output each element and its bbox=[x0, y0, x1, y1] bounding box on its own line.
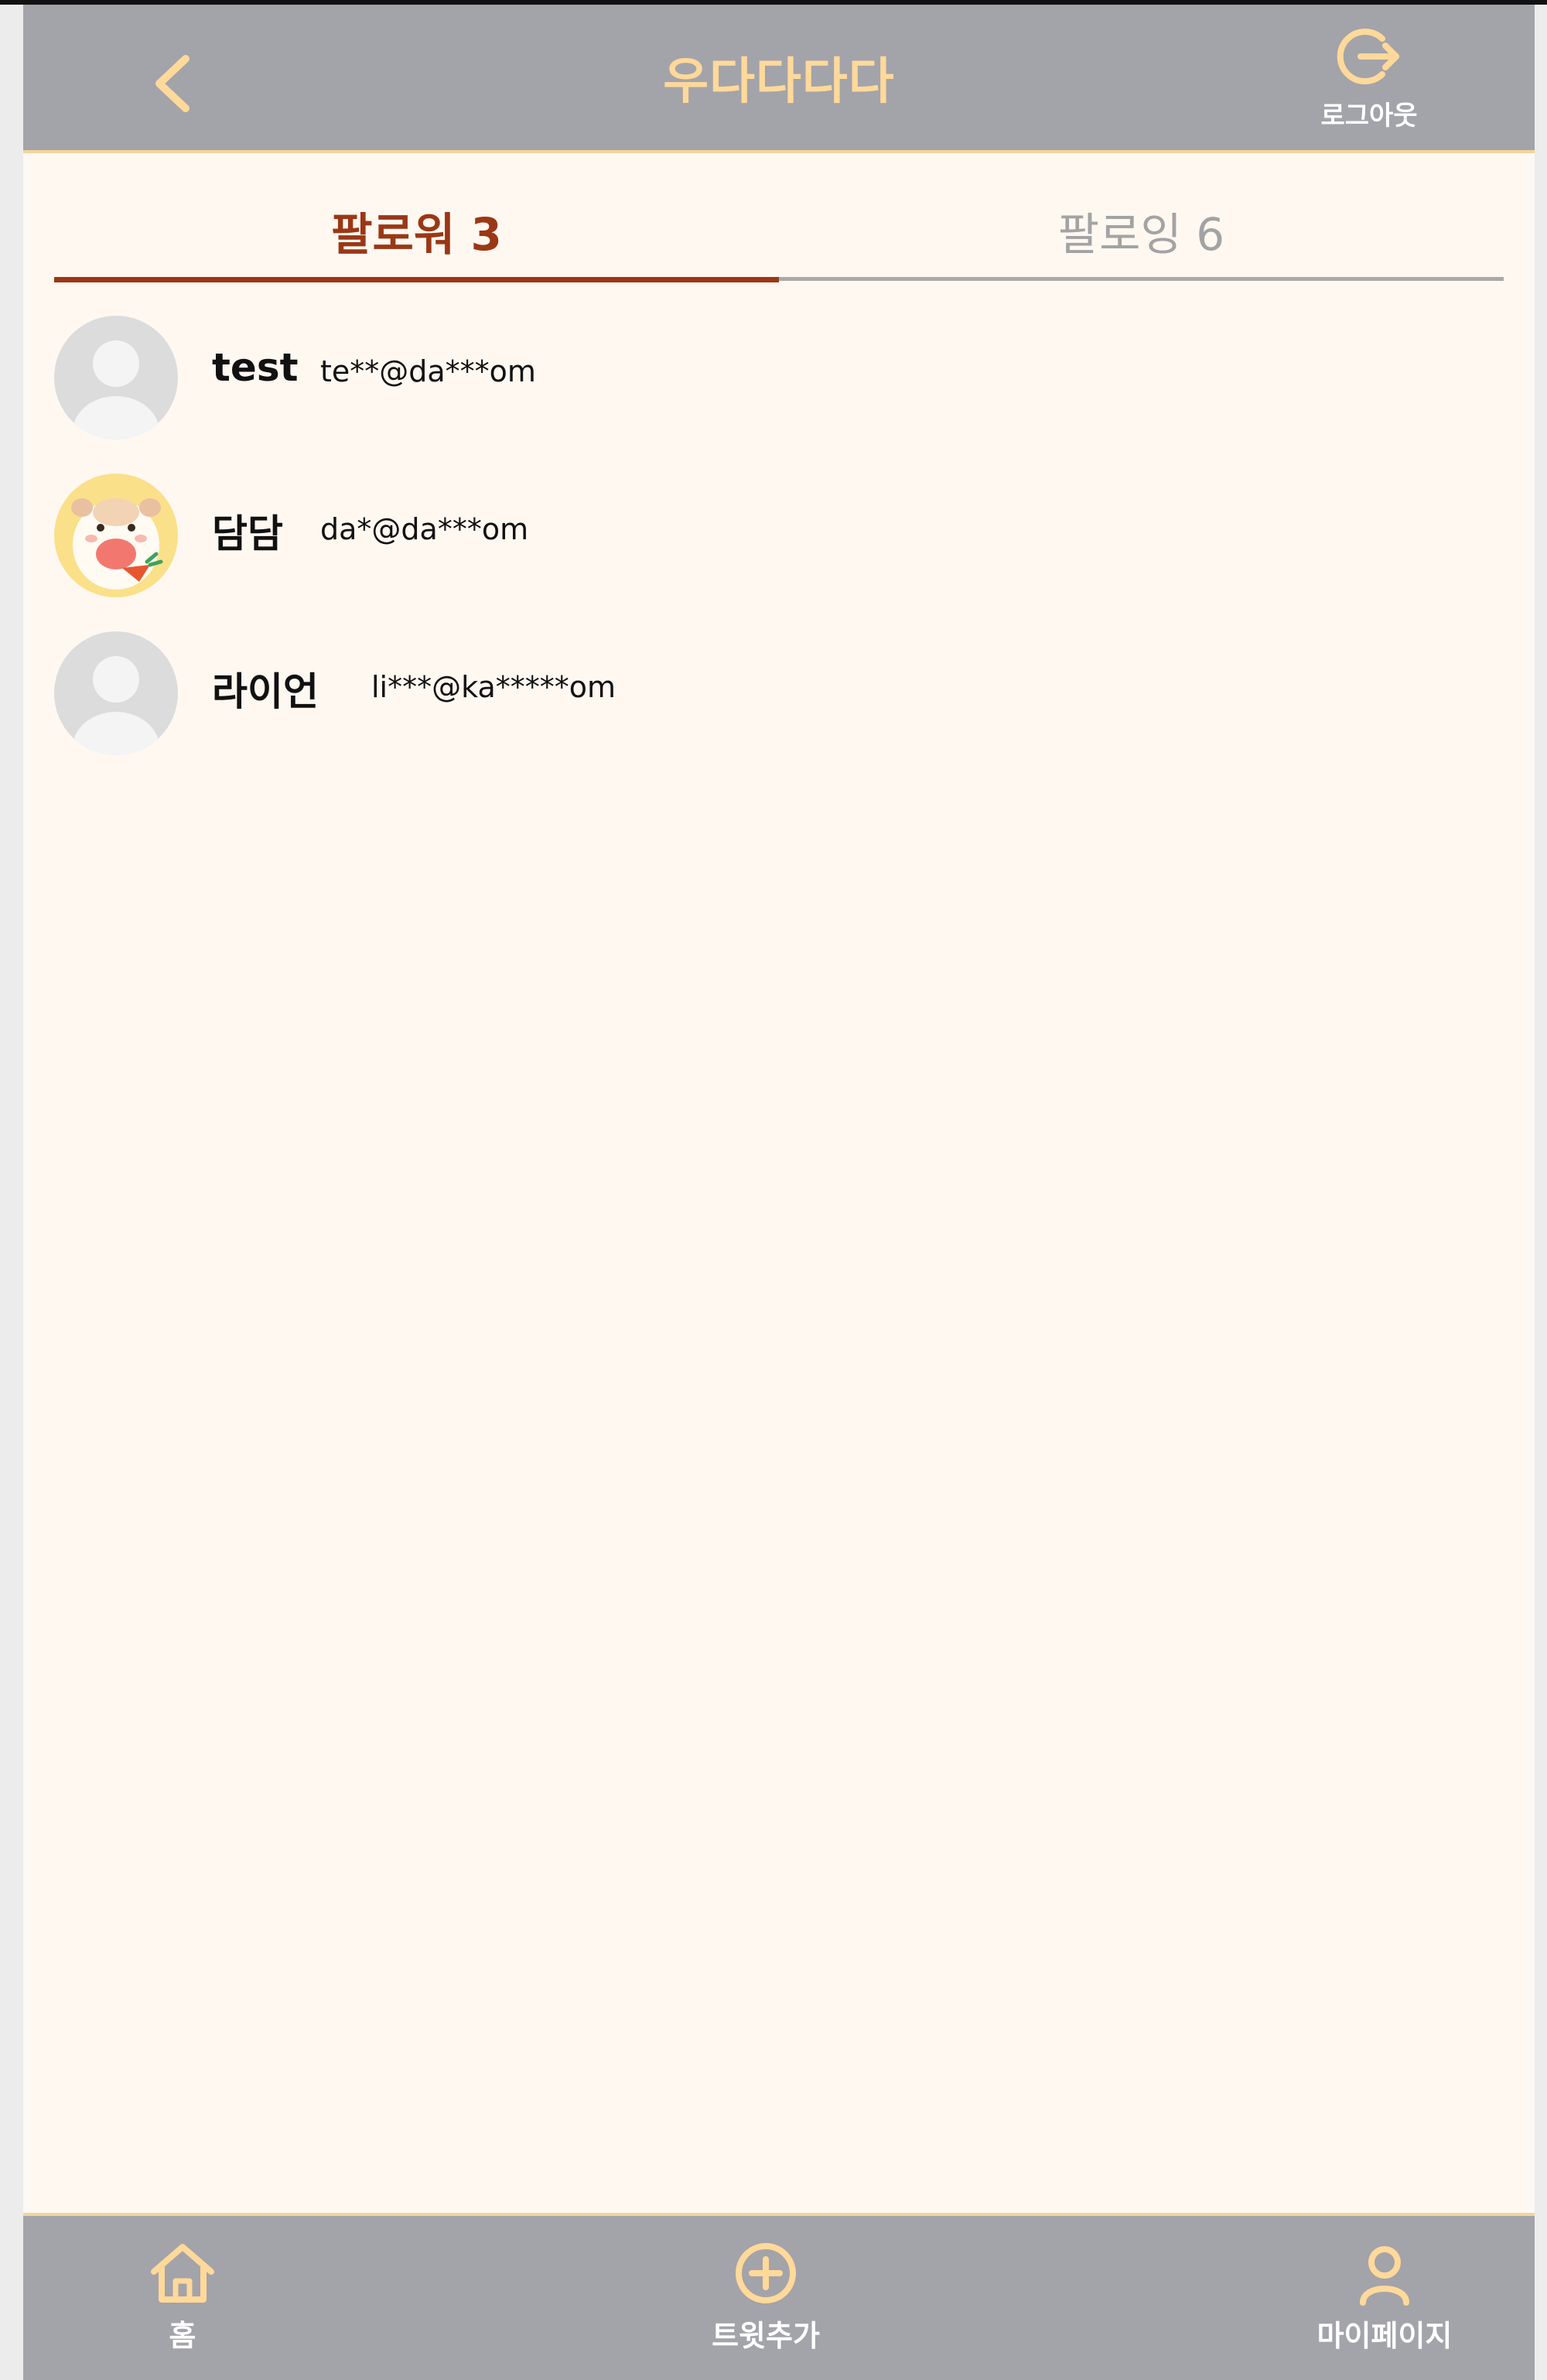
user-email: da*@da***om bbox=[320, 512, 529, 546]
logout-label: 로그아웃 bbox=[1320, 101, 1418, 132]
nav-home[interactable]: 홈 bbox=[121, 2241, 244, 2354]
default-avatar-icon bbox=[54, 316, 178, 439]
bottom-nav: 홈 트윗추가 마이페이지 bbox=[23, 2213, 1535, 2380]
tab-followers[interactable]: 팔로워 3 bbox=[54, 200, 779, 282]
follower-list: test te**@da***om 담담 da*@da***om 라이언 li*… bbox=[54, 316, 1504, 789]
content-area: 팔로워 3 팔로잉 6 test te**@da***om 담담 da*@da*… bbox=[32, 153, 1525, 2213]
list-item[interactable]: 라이언 li***@ka*****om bbox=[54, 631, 1504, 789]
user-name: 라이언 bbox=[212, 669, 319, 714]
user-email: te**@da***om bbox=[320, 354, 536, 388]
plus-circle-icon bbox=[736, 2243, 796, 2303]
nav-mypage-label: 마이페이지 bbox=[1316, 2319, 1453, 2353]
user-name: 담담 bbox=[212, 511, 283, 556]
nav-add-tweet-label: 트윗추가 bbox=[712, 2319, 820, 2353]
nav-mypage[interactable]: 마이페이지 bbox=[1276, 2241, 1493, 2354]
user-icon bbox=[1360, 2246, 1409, 2306]
tab-following[interactable]: 팔로잉 6 bbox=[779, 200, 1504, 281]
list-item[interactable]: test te**@da***om bbox=[54, 316, 1504, 474]
logout-button[interactable]: 로그아웃 bbox=[1292, 22, 1446, 138]
nav-home-label: 홈 bbox=[169, 2319, 196, 2353]
header: 우다다다다 로그아웃 bbox=[23, 5, 1535, 153]
user-name: test bbox=[212, 345, 299, 390]
logout-icon bbox=[1337, 29, 1399, 84]
list-item[interactable]: 담담 da*@da***om bbox=[54, 474, 1504, 631]
default-avatar-icon bbox=[54, 631, 178, 755]
nav-add-tweet[interactable]: 트윗추가 bbox=[673, 2241, 859, 2354]
home-icon bbox=[151, 2244, 214, 2303]
hamster-avatar bbox=[54, 474, 178, 597]
follow-tabs: 팔로워 3 팔로잉 6 bbox=[54, 200, 1504, 282]
user-email: li***@ka*****om bbox=[371, 670, 616, 704]
app-frame: 우다다다다 로그아웃 팔로워 3 팔로잉 6 test te**@da***om… bbox=[23, 5, 1535, 2380]
